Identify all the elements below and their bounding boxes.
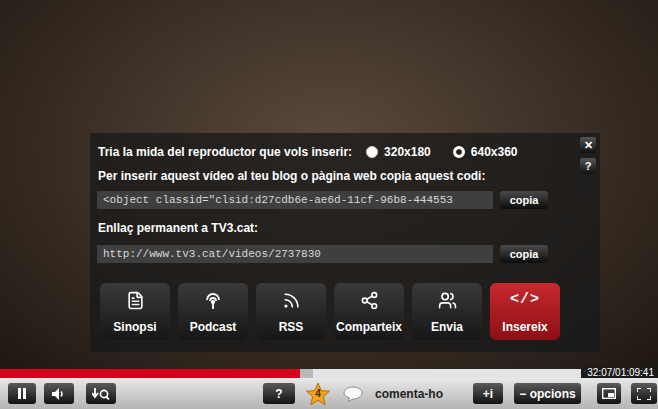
- control-bar: ? 4 comenta-ho +i − opcions: [0, 378, 658, 409]
- tab-button[interactable]: Podcast: [178, 283, 248, 340]
- radio-icon[interactable]: [366, 146, 378, 158]
- code-row: <object classid="clsid:d27cdb6e-ae6d-11c…: [97, 191, 588, 209]
- tab-button[interactable]: Envia: [412, 283, 482, 340]
- play-pause-button[interactable]: [8, 383, 36, 404]
- close-button[interactable]: ✕: [580, 137, 596, 153]
- size-row: Tria la mida del reproductor que vols in…: [97, 143, 588, 161]
- size-prompt: Tria la mida del reproductor que vols in…: [98, 145, 352, 159]
- options-button[interactable]: − opcions: [514, 383, 581, 404]
- window-size-button[interactable]: [597, 383, 621, 404]
- progress-bar[interactable]: 32:07/01:09:41: [0, 369, 658, 378]
- link-row: http://www.tv3.cat/videos/2737830 copia: [97, 245, 588, 263]
- time-display: 32:07/01:09:41: [581, 367, 658, 378]
- link-field[interactable]: http://www.tv3.cat/videos/2737830: [97, 245, 493, 263]
- tab-row: SinopsiPodcastRSSComparteixEnvia</>Inser…: [97, 283, 588, 340]
- radio-icon[interactable]: [453, 146, 465, 158]
- progress-fill: [0, 369, 300, 378]
- rating-badge[interactable]: 4: [305, 382, 331, 406]
- rss-icon: [282, 291, 301, 310]
- code-icon: </>: [510, 291, 540, 309]
- tab-button[interactable]: </>Insereix: [490, 283, 560, 340]
- tab-button[interactable]: Sinopsi: [100, 283, 170, 340]
- quality-button[interactable]: [86, 383, 116, 404]
- video-frame[interactable]: ✕? Tria la mida del reproductor que vols …: [0, 0, 658, 369]
- podcast-icon: [203, 291, 223, 311]
- resize-icon: [602, 388, 616, 399]
- help-button[interactable]: ?: [580, 158, 596, 174]
- fullscreen-icon: [637, 388, 651, 400]
- speech-bubble-icon: [343, 386, 363, 402]
- video-player: ✕? Tria la mida del reproductor que vols …: [0, 0, 658, 409]
- size-option[interactable]: 320x180: [366, 145, 431, 159]
- download-quality-icon: [92, 388, 110, 400]
- fullscreen-button[interactable]: [631, 383, 657, 404]
- embed-panel: ✕? Tria la mida del reproductor que vols …: [90, 133, 600, 352]
- code-label: Per inserir aquest vídeo al teu blog o p…: [97, 169, 588, 183]
- link-label: Enllaç permanent a TV3.cat:: [97, 221, 588, 235]
- info-button[interactable]: +i: [473, 383, 503, 404]
- code-field[interactable]: <object classid="clsid:d27cdb6e-ae6d-11c…: [97, 191, 493, 209]
- people-icon: [438, 291, 457, 310]
- tab-button[interactable]: Comparteix: [334, 283, 404, 340]
- speaker-icon: [52, 388, 66, 400]
- copy-button[interactable]: copia: [500, 245, 548, 263]
- comment-link[interactable]: comenta-ho: [343, 386, 443, 402]
- volume-button[interactable]: [44, 383, 74, 404]
- pause-icon: [17, 388, 27, 399]
- tab-button[interactable]: RSS: [256, 283, 326, 340]
- document-icon: [126, 291, 145, 310]
- share-icon: [360, 291, 379, 310]
- help-button[interactable]: ?: [263, 383, 295, 404]
- size-option[interactable]: 640x360: [453, 145, 518, 159]
- copy-button[interactable]: copia: [500, 191, 548, 209]
